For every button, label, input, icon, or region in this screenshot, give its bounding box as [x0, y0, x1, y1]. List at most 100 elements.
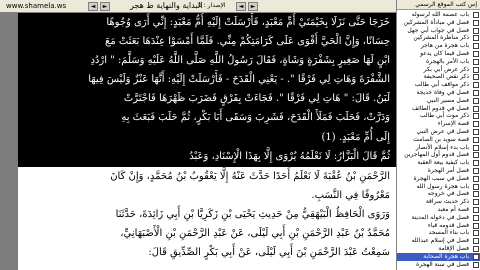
chapter-item[interactable]: فصل في سنة الهجرة	[397, 261, 480, 269]
text-line: الرَّحْمَنِ بْنُ عُقْبَةَ لَا نَعْلَمُ أ…	[110, 171, 390, 182]
chapter-label: ذكر عرض أبي بكر	[423, 65, 469, 73]
chapter-item[interactable]: ذكر مواقف أبي طالب	[397, 81, 480, 89]
chapter-label: فصل في مبادأة المشركين	[403, 18, 469, 26]
text-line: وَرَوَى الْحَافِظُ الْبَيْهَقِيُّ مِنْ ح…	[115, 209, 390, 220]
checkbox-icon[interactable]	[473, 230, 479, 237]
chapter-item[interactable]: باب كيفية بيعة العقبة	[397, 159, 480, 167]
checkbox-icon[interactable]	[473, 90, 479, 96]
checkbox-icon[interactable]	[473, 214, 479, 221]
chapter-label: باب هجرة رسول الله	[416, 182, 469, 190]
reader-area: خَرَجَا حَتَّى نَزَلَا بِخَيْمَتَيْ أُمِ…	[0, 13, 396, 270]
text-line: الشَّفْرَةَ وَهَاتِ لِي فَرْقًا ". - يَع…	[88, 74, 390, 85]
chapter-label: قصة أم معبد	[437, 206, 469, 213]
chapter-item[interactable]: قصة أم معبد	[397, 206, 480, 214]
chapter-item[interactable]: فصل في سبب الهجرة	[397, 175, 480, 183]
chapter-label: فصل قدومه قباء	[427, 221, 469, 229]
chapter-item[interactable]: فصل في إسلام عبدالله	[397, 237, 480, 245]
chapter-item[interactable]: فصل أمر الهجرة	[397, 167, 480, 175]
chapter-label: فصل في خروجه	[427, 190, 469, 198]
chapter-label: قصة سويد بن الصامت	[413, 135, 469, 143]
chapter-label: باب عصمة الله لرسوله	[411, 11, 469, 18]
checkbox-icon[interactable]	[473, 238, 479, 245]
checkbox-icon[interactable]	[473, 19, 479, 26]
prev-part-button[interactable]: ◄	[236, 2, 246, 11]
reader-window: www.shamela.ws ◄ ► البداية والنهاية ط هج…	[0, 0, 480, 270]
chapter-label: فصل الإقامة	[438, 245, 469, 252]
checkbox-icon[interactable]	[473, 199, 479, 206]
text-page[interactable]: خَرَجَا حَتَّى نَزَلَا بِخَيْمَتَيْ أُمِ…	[18, 13, 396, 270]
chapter-item[interactable]: فصل في عرض النبي	[397, 128, 480, 136]
checkbox-icon[interactable]	[473, 152, 479, 159]
chapter-item[interactable]: فصل في مبادأة المشركين	[397, 19, 480, 27]
chapter-label: ذكر حديث سراقة	[425, 198, 469, 206]
chapter-item[interactable]: فصل في دخوله المدينة	[397, 214, 480, 222]
chapter-item[interactable]: ذكر موت أبي طالب	[397, 112, 480, 120]
chapter-item[interactable]: فصل الإقامة	[397, 245, 480, 253]
text-line: إِلَى أُمِّ مَعْبَدٍ. (1)	[321, 132, 390, 143]
chapter-label: ذكر مواقف أبي طالب	[414, 81, 469, 89]
book-title: البداية والنهاية ط هجر	[130, 1, 203, 10]
chapter-item[interactable]: باب هجرة رسول الله	[397, 183, 480, 191]
text-line: لَبَنٌ. قَالَ: " هَاتِ لِي فَرْقًا ". فَ…	[123, 93, 390, 104]
chapter-item[interactable]: ذكر مناظرة المشركين	[397, 34, 480, 42]
chapter-item[interactable]: فصل قدوم أول المهاجرين	[397, 151, 480, 159]
checkbox-icon[interactable]	[473, 97, 479, 104]
chapter-label: فصل أمر الهجرة	[427, 167, 469, 174]
checkbox-icon[interactable]	[473, 253, 479, 260]
checkbox-icon[interactable]	[473, 66, 479, 73]
checkbox-icon[interactable]	[473, 105, 479, 112]
checkbox-icon[interactable]	[473, 58, 479, 65]
chapter-item[interactable]: فصل في خروجه	[397, 190, 480, 198]
prev-page-button[interactable]: ◄	[88, 2, 98, 11]
chapter-item[interactable]: باب هجرة من هاجر	[397, 42, 480, 50]
chapter-item[interactable]: فصل قدومه قباء	[397, 222, 480, 230]
checkbox-icon[interactable]	[473, 121, 479, 128]
checkbox-icon[interactable]	[473, 207, 479, 213]
checkbox-icon[interactable]	[473, 82, 479, 89]
chapter-item[interactable]: باب هجرة الصحابة	[397, 252, 480, 261]
checkbox-icon[interactable]	[473, 160, 479, 167]
sidebar-title: إس كتب الموقع الرسمي	[397, 0, 480, 10]
chapter-item[interactable]: فصل في جواب أبي جهل	[397, 27, 480, 35]
chapter-label: فصل فيما كان يدعو	[420, 50, 469, 57]
chapter-tree[interactable]: باب عصمة الله لرسوله فصل في مبادأة المشرك…	[397, 11, 480, 270]
checkbox-icon[interactable]	[473, 35, 479, 42]
checkbox-icon[interactable]	[473, 113, 479, 120]
chapter-item[interactable]: باب بناء المسجد	[397, 229, 480, 237]
checkbox-icon[interactable]	[473, 144, 479, 151]
checkbox-icon[interactable]	[473, 261, 479, 268]
chapter-label: باب كيفية بيعة العقبة	[417, 159, 469, 167]
chapter-item[interactable]: باب عصمة الله لرسوله	[397, 11, 480, 19]
chapter-item[interactable]: قصة الإسراء	[397, 120, 480, 128]
checkbox-icon[interactable]	[473, 129, 479, 135]
checkbox-icon[interactable]	[473, 246, 479, 252]
checkbox-icon[interactable]	[473, 222, 479, 229]
chapter-label: فصل في سبب الهجرة	[413, 174, 469, 182]
chapter-label: فصل في وفاة خديجة	[416, 89, 469, 96]
chapter-item[interactable]: قصة سويد بن الصامت	[397, 136, 480, 144]
next-page-button[interactable]: ►	[100, 2, 110, 11]
next-part-button[interactable]: ►	[248, 2, 258, 11]
checkbox-icon[interactable]	[473, 136, 479, 143]
text-line: حِسَانًا، وَإِنَّ الْحَيَّ أَقْوَى عَلَى…	[105, 36, 390, 47]
checkbox-icon[interactable]	[473, 183, 479, 190]
text-line: ابْنٍ لَهَا صَغِيرٍ بِشَفْرَةٍ وَشَاةٍ، …	[90, 55, 390, 66]
chapter-item[interactable]: فصل فيما كان يدعو	[397, 50, 480, 58]
chapter-label: ذكر مناظرة المشركين	[413, 34, 469, 42]
chapter-label: فصل في عرض النبي	[416, 128, 469, 135]
checkbox-icon[interactable]	[473, 12, 479, 18]
chapter-item[interactable]: فصل مسير النبي	[397, 97, 480, 105]
chapter-item[interactable]: فصل في وفاة خديجة	[397, 89, 480, 97]
toolbar: www.shamela.ws ◄ ► البداية والنهاية ط هج…	[0, 0, 396, 13]
checkbox-icon[interactable]	[473, 51, 479, 57]
chapter-item[interactable]: ذكر عرض أبي بكر	[397, 66, 480, 74]
chapter-label: باب بناء المسجد	[428, 229, 469, 237]
checkbox-icon[interactable]	[473, 74, 479, 81]
checkbox-icon[interactable]	[473, 27, 479, 34]
checkbox-icon[interactable]	[473, 175, 479, 182]
chapter-item[interactable]: باب الأمر بالهجرة	[397, 58, 480, 66]
checkbox-icon[interactable]	[473, 191, 479, 198]
checkbox-icon[interactable]	[473, 43, 479, 50]
chapter-item[interactable]: ذكر حديث سراقة	[397, 198, 480, 206]
checkbox-icon[interactable]	[473, 168, 479, 174]
